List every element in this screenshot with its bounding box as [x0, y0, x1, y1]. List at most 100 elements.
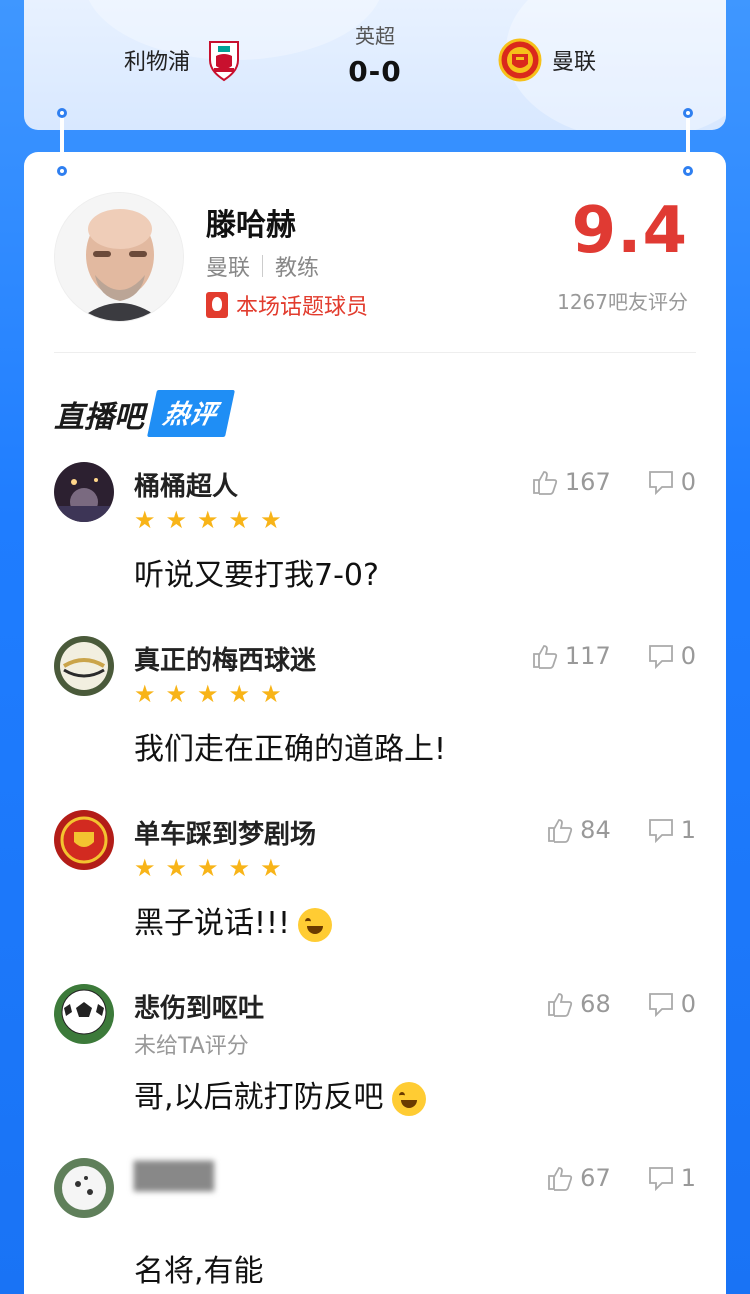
topic-player-badge[interactable]: 本场话题球员 — [206, 289, 368, 321]
user-avatar[interactable] — [54, 810, 114, 870]
comment-text-content: 黑子说话!!! — [134, 906, 291, 941]
thumbs-up-icon — [533, 645, 558, 669]
coach-meta: 曼联 教练 — [206, 250, 319, 282]
comment-actions: 84 1 — [546, 816, 696, 844]
star-icon: ★ — [197, 506, 219, 534]
match-center: 英超 0-0 — [334, 20, 416, 88]
star-icon: ★ — [165, 506, 188, 534]
home-team-name: 利物浦 — [124, 50, 191, 75]
hot-comments-header: 直播吧 热评 — [54, 390, 236, 437]
reply-button[interactable]: 1 — [647, 1164, 696, 1192]
comment-item: ████ 名将,有能 67 1 — [54, 1158, 696, 1294]
comment-item: 悲伤到呕吐 未给TA评分 哥,以后就打防反吧 68 0 — [54, 984, 696, 1158]
comment-icon — [648, 819, 673, 844]
comment-item: 桶桶超人 ★ ★ ★ ★ ★ 听说又要打我7-0? 167 0 — [54, 462, 696, 636]
star-rating: ★ ★ ★ ★ ★ — [134, 854, 282, 882]
comment-list: 桶桶超人 ★★★★★ 听说又要打我7-0? 167 0 真正的梅西球迷 — [54, 462, 696, 1294]
away-team[interactable]: 曼联 — [498, 38, 596, 82]
like-count: 167 — [564, 468, 611, 496]
comment-icon — [648, 1167, 673, 1192]
coach-team[interactable]: 曼联 — [206, 250, 250, 282]
like-button[interactable]: 68 — [546, 990, 611, 1018]
like-button[interactable]: 84 — [546, 816, 611, 844]
reply-count: 0 — [680, 468, 696, 496]
star-icon: ★ — [197, 854, 219, 882]
home-team[interactable]: 利物浦 — [124, 38, 244, 82]
user-avatar[interactable] — [54, 984, 114, 1044]
star-icon: ★ — [260, 854, 282, 882]
reply-button[interactable]: 1 — [647, 816, 696, 844]
coach-avatar[interactable] — [54, 192, 184, 322]
laughing-emoji-icon — [298, 907, 333, 942]
reply-count: 0 — [680, 990, 696, 1018]
reply-count: 0 — [680, 642, 696, 670]
crying-emoji-icon — [391, 1081, 426, 1116]
reply-button[interactable]: 0 — [647, 990, 696, 1018]
star-icon: ★ — [165, 854, 188, 882]
topic-label: 本场话题球员 — [236, 295, 369, 320]
comment-actions: 117 0 — [531, 642, 696, 670]
thumbs-up-icon — [533, 471, 558, 495]
comment-actions: 68 0 — [546, 990, 696, 1018]
flame-icon — [206, 292, 228, 318]
star-icon: ★ — [134, 854, 156, 882]
star-icon: ★ — [197, 680, 219, 708]
reply-button[interactable]: 0 — [647, 468, 696, 496]
rating-count: 1267吧友评分 — [557, 290, 688, 314]
comment-text-content: 哥,以后就打防反吧 — [134, 1080, 384, 1115]
star-rating: ★ ★ ★ ★ ★ — [134, 680, 282, 708]
away-team-name: 曼联 — [552, 50, 597, 75]
like-button[interactable]: 167 — [531, 468, 611, 496]
like-count: 84 — [580, 816, 611, 844]
user-avatar[interactable] — [54, 1158, 114, 1218]
user-avatar[interactable] — [54, 462, 114, 522]
comment-actions: 167 0 — [531, 468, 696, 496]
section-title-main: 直播吧 — [54, 399, 144, 435]
star-rating: ★ ★ ★ ★ ★ — [134, 506, 282, 534]
comment-username[interactable]: 真正的梅西球迷 — [134, 640, 316, 677]
reply-count: 1 — [680, 816, 696, 844]
reply-count: 1 — [680, 1164, 696, 1192]
like-count: 68 — [580, 990, 611, 1018]
comment-text: 名将,有能 — [134, 1254, 264, 1289]
star-icon: ★ — [228, 506, 251, 534]
comment-username[interactable]: 单车踩到梦剧场 — [134, 814, 316, 851]
section-title-tag: 热评 — [147, 390, 236, 437]
liverpool-crest-icon — [204, 38, 244, 82]
reply-button[interactable]: 0 — [647, 642, 696, 670]
player-rating: 9.4 — [571, 194, 688, 268]
divider — [54, 352, 696, 353]
thumbs-up-icon — [548, 993, 573, 1017]
comment-item: 真正的梅西球迷 ★ ★ ★ ★ ★ 我们走在正确的道路上! 117 0 — [54, 636, 696, 810]
meta-divider — [262, 255, 264, 277]
like-button[interactable]: 117 — [531, 642, 611, 670]
manutd-crest-icon — [498, 38, 542, 82]
star-icon: ★ — [260, 506, 282, 534]
comment-text: 我们走在正确的道路上! — [134, 732, 447, 767]
comment-username[interactable]: 悲伤到呕吐 — [134, 988, 264, 1025]
comment-icon — [648, 645, 673, 670]
star-icon: ★ — [228, 854, 251, 882]
thumbs-up-icon — [548, 1167, 573, 1191]
coach-role: 教练 — [275, 256, 320, 281]
match-header[interactable]: 利物浦 英超 0-0 曼联 — [24, 0, 726, 130]
star-icon: ★ — [260, 680, 282, 708]
like-button[interactable]: 67 — [546, 1164, 611, 1192]
comment-actions: 67 1 — [546, 1164, 696, 1192]
card-connector-right — [683, 108, 693, 176]
comment-text: 听说又要打我7-0? — [134, 558, 379, 593]
star-icon: ★ — [165, 680, 188, 708]
user-avatar[interactable] — [54, 636, 114, 696]
comment-username-blurred[interactable]: ████ — [134, 1162, 214, 1192]
star-icon: ★ — [134, 506, 156, 534]
comment-username[interactable]: 桶桶超人 — [134, 466, 238, 503]
comment-text: 黑子说话!!! — [134, 898, 333, 942]
comment-item: 单车踩到梦剧场 ★ ★ ★ ★ ★ 黑子说话!!! 84 1 — [54, 810, 696, 984]
player-card: 滕哈赫 曼联 教练 本场话题球员 9.4 1267吧友评分 直播吧 热评 桶桶超… — [24, 152, 726, 1294]
star-icon: ★ — [134, 680, 156, 708]
coach-name: 滕哈赫 — [206, 208, 296, 243]
comment-text: 哥,以后就打防反吧 — [134, 1072, 426, 1116]
like-count: 117 — [564, 642, 611, 670]
no-rating-note: 未给TA评分 — [134, 1034, 249, 1059]
comment-icon — [648, 471, 673, 496]
